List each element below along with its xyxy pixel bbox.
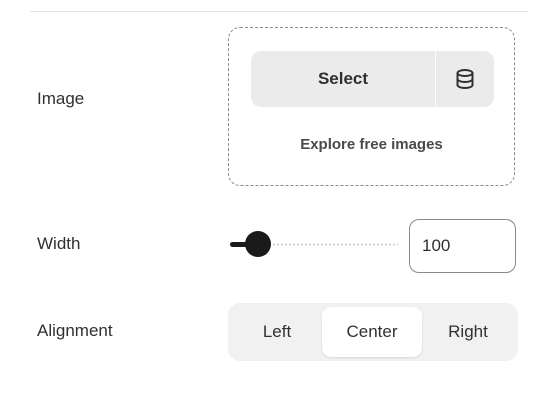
width-slider-track [268,243,398,246]
media-library-button[interactable] [436,51,494,107]
image-label: Image [37,89,85,108]
select-image-button[interactable]: Select [251,51,435,107]
top-divider [30,11,528,12]
image-select-group: Select [251,51,494,107]
width-input[interactable] [409,219,516,273]
width-label: Width [37,234,81,253]
alignment-segmented-control: Left Center Right [228,303,518,361]
align-center-button[interactable]: Center [322,307,422,357]
database-icon [456,69,474,89]
width-slider[interactable] [230,231,398,257]
align-left-button[interactable]: Left [232,307,322,357]
width-slider-thumb[interactable] [245,231,271,257]
explore-free-images-link[interactable]: Explore free images [229,136,514,153]
alignment-label: Alignment [37,321,113,340]
align-right-button[interactable]: Right [422,307,514,357]
image-drop-zone[interactable]: Select Explore free images [228,27,515,186]
